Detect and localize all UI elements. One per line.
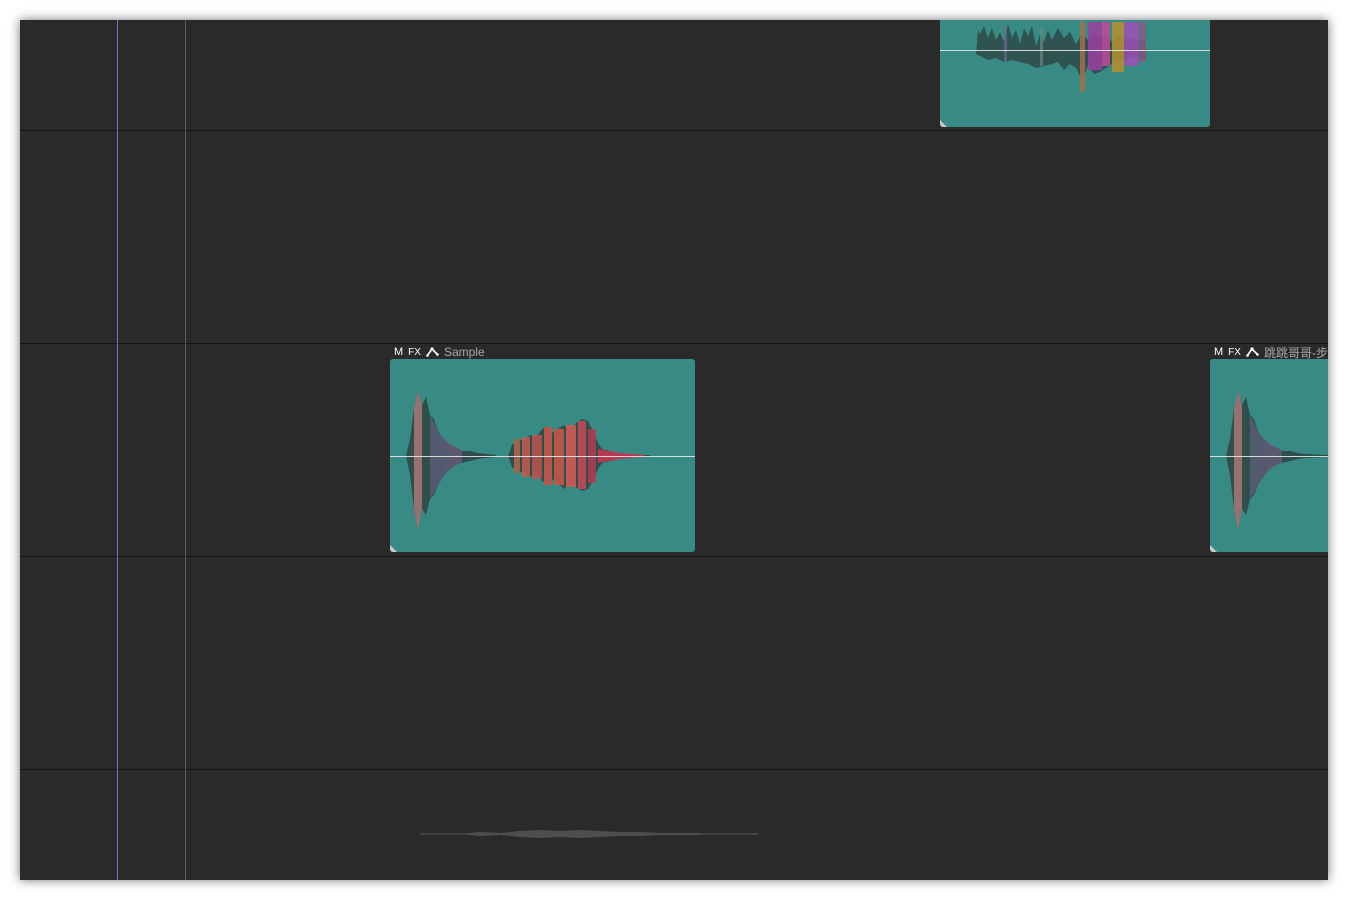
mute-badge[interactable]: M [1214, 346, 1223, 358]
playhead-line[interactable] [117, 20, 118, 880]
clip-center-line [1210, 456, 1328, 457]
mute-badge[interactable]: M [394, 346, 403, 358]
clip-resize-handle[interactable] [390, 545, 397, 552]
audio-clip-2[interactable] [1210, 359, 1328, 552]
audio-clip-sample[interactable] [390, 359, 695, 552]
track-lane-4[interactable] [20, 557, 1328, 769]
loop-marker-line[interactable] [185, 20, 186, 880]
clip-waveform [976, 22, 1146, 92]
track-lane-5[interactable] [20, 770, 1328, 880]
timeline-window: M FX Sample M FX 跳跳哥哥-步 [20, 20, 1328, 880]
clip-resize-handle[interactable] [940, 120, 947, 127]
clip-center-line [390, 456, 695, 457]
track-lane-2[interactable] [20, 131, 1328, 343]
clip-header-2: M FX 跳跳哥哥-步 [1214, 345, 1328, 360]
envelope-icon[interactable] [1246, 347, 1259, 357]
clip-header-sample: M FX Sample [394, 345, 485, 359]
audio-clip-top[interactable] [940, 20, 1210, 127]
clip-center-line [940, 50, 1210, 51]
clip-resize-handle[interactable] [1210, 545, 1217, 552]
clip-name: 跳跳哥哥-步 [1263, 345, 1328, 360]
envelope-icon[interactable] [426, 347, 439, 357]
fx-badge[interactable]: FX [1228, 347, 1241, 358]
ghost-waveform [420, 830, 758, 838]
clip-name: Sample [443, 345, 485, 359]
fx-badge[interactable]: FX [408, 347, 421, 358]
